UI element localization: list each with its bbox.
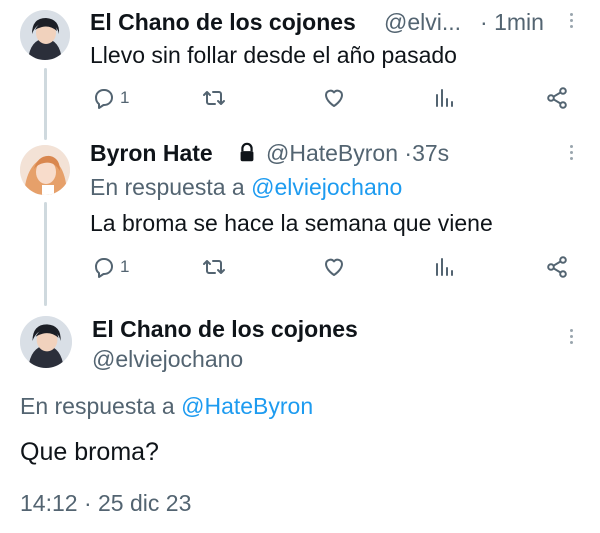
reply-prefix: En respuesta a	[20, 393, 175, 419]
share-icon	[547, 256, 567, 278]
tweet-text: Llevo sin follar desde el año pasado	[90, 42, 457, 68]
more-icon[interactable]	[568, 142, 574, 163]
author-handle[interactable]: @HateByron ·37s	[266, 140, 449, 167]
avatar[interactable]	[20, 316, 72, 368]
share-button[interactable]	[545, 255, 569, 279]
heart-icon	[325, 89, 343, 107]
more-icon[interactable]	[568, 10, 574, 31]
share-icon	[547, 87, 567, 109]
more-icon[interactable]	[568, 326, 574, 347]
tweet-text: Que broma?	[20, 438, 159, 466]
reply-mention-link[interactable]: @elviejochano	[251, 174, 402, 200]
reply-icon	[95, 258, 113, 278]
views-icon	[436, 89, 453, 107]
heart-icon	[325, 258, 343, 276]
timestamp[interactable]: 14:12 · 25 dic 23	[20, 490, 191, 517]
time-text[interactable]: 37s	[412, 140, 449, 166]
avatar-image	[20, 10, 70, 60]
retweet-icon	[203, 260, 225, 274]
retweet-icon	[203, 91, 225, 105]
author-name[interactable]: Byron Hate	[90, 140, 213, 167]
author-name[interactable]: El Chano de los cojones	[90, 9, 356, 36]
avatar[interactable]	[20, 145, 70, 195]
avatar[interactable]	[20, 10, 70, 60]
separator: ·	[83, 490, 92, 516]
retweet-button[interactable]	[202, 255, 226, 279]
time-text[interactable]: 14:12	[20, 490, 78, 516]
reply-button[interactable]: 1	[92, 86, 129, 110]
views-button[interactable]	[432, 255, 456, 279]
like-button[interactable]	[322, 86, 346, 110]
thread-line-1	[44, 68, 47, 140]
tweet-time[interactable]: · 1min	[480, 9, 544, 36]
reply-count: 1	[120, 257, 130, 276]
like-button[interactable]	[322, 255, 346, 279]
reply-context: En respuesta a @elviejochano	[90, 174, 402, 201]
share-button[interactable]	[545, 86, 569, 110]
author-name[interactable]: El Chano de los cojones	[92, 316, 358, 343]
tweet-text: La broma se hace la semana que viene	[90, 210, 493, 236]
reply-context: En respuesta a @HateByron	[20, 393, 313, 420]
avatar-image	[20, 145, 70, 195]
views-button[interactable]	[432, 86, 456, 110]
handle-text[interactable]: @elvi...	[384, 9, 461, 35]
reply-mention-link[interactable]: @HateByron	[181, 393, 313, 419]
handle-text[interactable]: @HateByron	[266, 140, 398, 166]
reply-count: 1	[120, 88, 130, 107]
reply-prefix: En respuesta a	[90, 174, 245, 200]
views-icon	[436, 258, 453, 276]
separator: ·	[480, 9, 488, 35]
separator: ·	[404, 140, 413, 166]
reply-icon	[95, 89, 113, 109]
date-text[interactable]: 25 dic 23	[98, 490, 191, 516]
author-handle[interactable]: @elviejochano	[92, 346, 243, 373]
lock-icon	[240, 142, 254, 162]
author-handle[interactable]: @elvi...	[384, 9, 461, 36]
avatar-image	[20, 316, 72, 368]
thread-line-2	[44, 202, 47, 306]
retweet-button[interactable]	[202, 86, 226, 110]
time-text[interactable]: 1min	[494, 9, 544, 35]
reply-button[interactable]: 1	[92, 255, 129, 279]
